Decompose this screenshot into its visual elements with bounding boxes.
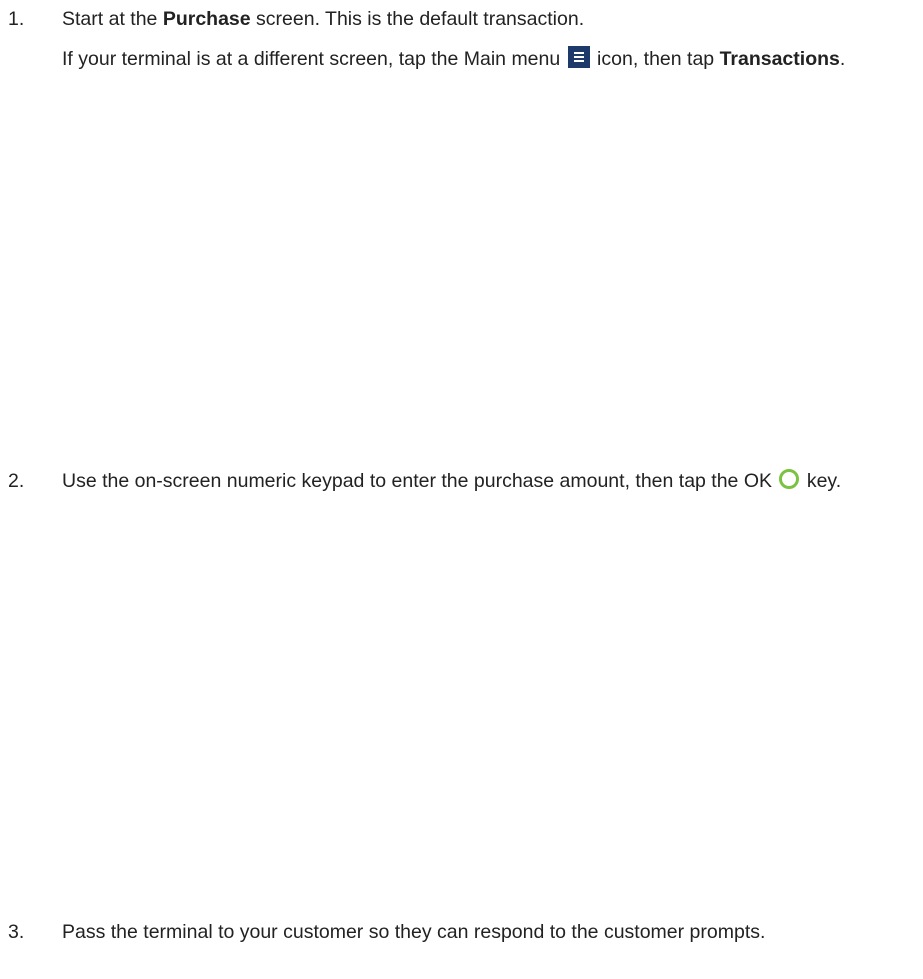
text-run: screen. This is the default transaction.	[250, 8, 585, 30]
step-paragraph: Use the on-screen numeric keypad to ente…	[62, 466, 923, 496]
text-run: icon, then tap	[591, 48, 720, 70]
text-run: key.	[801, 470, 842, 492]
text-run: .	[839, 48, 846, 70]
purchase-label: Purchase	[162, 8, 251, 30]
text-run: If your terminal is at a different scree…	[62, 48, 566, 70]
ok-circle-icon	[779, 469, 800, 489]
step-paragraph: Start at the Purchase screen. This is th…	[62, 4, 923, 34]
step-text: Pass the terminal to your customer so th…	[62, 917, 923, 947]
step-text: Start at the Purchase screen. This is th…	[62, 4, 923, 74]
menu-icon	[567, 46, 590, 68]
step-number: 1.	[8, 8, 25, 30]
step-paragraph: Pass the terminal to your customer so th…	[62, 917, 923, 947]
step-text: Use the on-screen numeric keypad to ente…	[62, 466, 923, 496]
text-run: Start at the	[62, 8, 163, 30]
step-paragraph: If your terminal is at a different scree…	[62, 44, 923, 74]
step-number: 2.	[8, 470, 25, 492]
text-run: Pass the terminal to your customer so th…	[62, 921, 766, 943]
text-run: Use the on-screen numeric keypad to ente…	[62, 470, 778, 492]
step-number: 3.	[8, 921, 25, 943]
transactions-label: Transactions	[719, 48, 840, 70]
